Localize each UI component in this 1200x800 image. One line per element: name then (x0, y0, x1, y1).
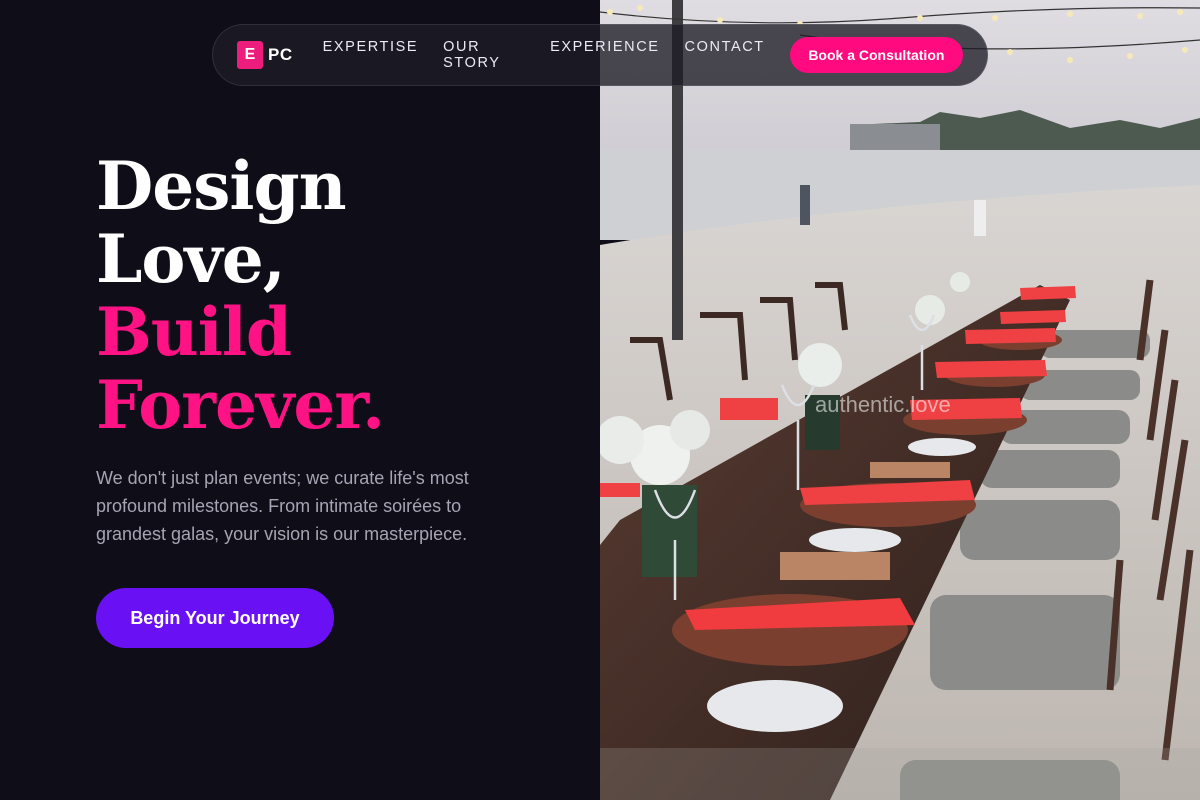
headline-line: Love, (96, 220, 286, 298)
begin-journey-button[interactable]: Begin Your Journey (96, 588, 334, 648)
nav-link-experience[interactable]: EXPERIENCE (550, 39, 659, 71)
nav-link-our-story[interactable]: OUR STORY (443, 39, 525, 71)
headline-accent-line: Build (96, 293, 292, 371)
nav-links: EXPERTISE OUR STORY EXPERIENCE CONTACT (323, 39, 790, 71)
nav-link-expertise[interactable]: EXPERTISE (323, 39, 419, 71)
nav-link-contact[interactable]: CONTACT (685, 39, 765, 71)
book-consultation-button[interactable]: Book a Consultation (789, 37, 963, 73)
logo-text: PC (268, 45, 293, 64)
logo-mark: E (237, 41, 263, 69)
photo-watermark: authentic.love (815, 392, 951, 417)
top-navigation: E PC EXPERTISE OUR STORY EXPERIENCE CONT… (212, 24, 988, 86)
brand-logo[interactable]: E PC (237, 41, 293, 69)
headline-accent-line: Forever. (96, 366, 385, 444)
hero-photo: authentic.love (600, 0, 1200, 800)
hero-subtext: We don't just plan events; we curate lif… (96, 468, 469, 544)
headline-line: Design (96, 147, 347, 225)
hero-headline: Design Love, Build Forever. (96, 147, 385, 444)
